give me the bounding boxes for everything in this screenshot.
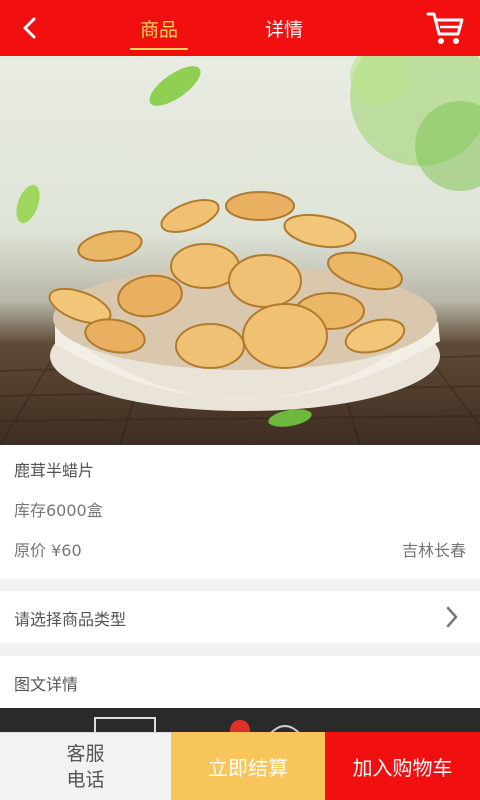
shopping-cart-icon: [426, 12, 464, 44]
image-text-details-row[interactable]: 图文详情: [0, 656, 480, 708]
product-stock: 库存6000盒: [14, 501, 103, 520]
service-label-line1: 客服: [66, 742, 105, 765]
bottom-action-bar: 客服 电话 立即结算 加入购物车: [0, 732, 480, 800]
details-label: 图文详情: [14, 675, 79, 694]
top-nav-bar: 商品 详情: [0, 0, 480, 56]
product-price: 原价 ¥60: [14, 541, 82, 560]
service-label-line2: 电话: [66, 768, 105, 791]
checkout-button[interactable]: 立即结算: [171, 732, 325, 800]
product-image-carousel[interactable]: [0, 56, 480, 445]
add-to-cart-button[interactable]: 加入购物车: [325, 732, 480, 800]
product-info-card: 鹿茸半蜡片 库存6000盒 原价 ¥60 吉林长春: [0, 445, 480, 579]
chevron-right-icon: [446, 606, 458, 628]
back-button[interactable]: [12, 10, 48, 46]
select-product-type-row[interactable]: 请选择商品类型: [0, 591, 480, 643]
product-photo: [0, 56, 480, 445]
chevron-left-icon: [23, 17, 36, 39]
tab-product[interactable]: 商品: [130, 0, 188, 56]
cart-button[interactable]: [424, 6, 468, 50]
customer-service-phone-button[interactable]: 客服 电话: [0, 732, 171, 800]
tab-detail[interactable]: 详情: [256, 0, 312, 56]
select-type-label: 请选择商品类型: [14, 610, 127, 629]
product-name: 鹿茸半蜡片: [14, 461, 95, 480]
product-origin: 吉林长春: [401, 541, 466, 560]
